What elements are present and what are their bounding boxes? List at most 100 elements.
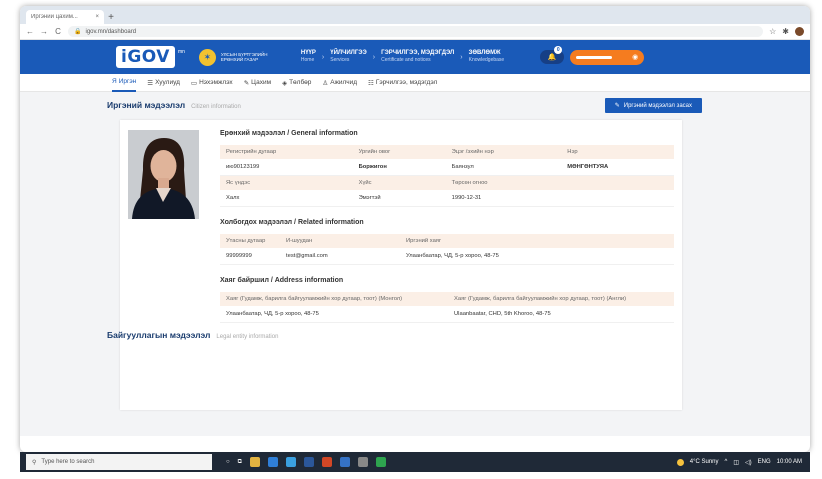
person-icon: Я <box>112 78 117 85</box>
lock-icon: 🔒 <box>74 29 82 35</box>
address-mn: Улаанбаатар, ЧД, 5-р хороо, 48-75 <box>220 306 448 323</box>
network-icon[interactable]: ◫ <box>733 459 739 466</box>
new-tab-button[interactable]: + <box>104 10 118 24</box>
edge-icon[interactable] <box>285 457 296 467</box>
clan-name: Боржигон <box>352 159 446 176</box>
nav-home[interactable]: НҮҮР Home <box>301 50 316 64</box>
table-header: Регистрийн дугаар <box>220 145 353 159</box>
table-header: Нэр <box>561 145 674 159</box>
site-header: iGOV mn ✶ Улсын бүртгэлийн ерөнхий газар… <box>20 40 810 74</box>
section-title-en: Citizen information <box>191 104 241 110</box>
browser-tab[interactable]: Иргэний цахим... × <box>26 10 104 24</box>
outlook-icon[interactable] <box>339 457 350 467</box>
citizen-photo <box>128 130 199 219</box>
star-icon[interactable]: ☆ <box>769 27 776 36</box>
address-en: Ulaanbaatar, CHD, 5th Khoroo, 48-75 <box>448 306 674 323</box>
agency-name: Улсын бүртгэлийн ерөнхий газар <box>220 52 268 62</box>
address-bar-row: ← → C 🔒 igov.mn/dashboard ☆ ✱ <box>20 24 810 40</box>
volume-icon[interactable]: ◁) <box>745 459 752 466</box>
pen-icon: ✎ <box>243 79 250 87</box>
subnav-digital[interactable]: ✎ Цахим <box>244 74 271 92</box>
bell-icon: 🔔 <box>547 54 557 61</box>
language-indicator[interactable]: ENG <box>758 459 771 465</box>
nav-knowledgebase-sub: Knowledgebase <box>468 57 505 63</box>
word-icon[interactable] <box>303 457 314 467</box>
task-view-icon[interactable]: ⧉ <box>238 459 242 466</box>
section-title-mn: Иргэний мэдээлэл <box>107 100 186 110</box>
back-icon[interactable]: ← <box>26 27 34 36</box>
general-info-table: Регистрийн дугаар Ургийн овог Эцэг /эхий… <box>220 145 674 207</box>
settings-icon[interactable] <box>357 457 368 467</box>
extensions-icon[interactable]: ✱ <box>782 27 789 36</box>
table-header: Хаяг (Гудамж, барилга байгууламжийн хор … <box>448 292 674 306</box>
main-content: Иргэний мэдээлэл Citizen information ✎ И… <box>20 92 810 436</box>
taskbar-search[interactable]: ⚲ Type here to search <box>26 454 212 470</box>
url-bar[interactable]: 🔒 igov.mn/dashboard <box>68 26 764 37</box>
weather-text[interactable]: 4°C Sunny <box>690 459 719 465</box>
nav-services-sub: Services <box>330 57 350 63</box>
state-emblem-icon: ✶ <box>198 48 216 66</box>
subnav-certificates[interactable]: ☷ Гэрчилгээ, мэдэгдэл <box>368 74 437 92</box>
ethnicity: Халх <box>220 190 353 207</box>
weather-icon <box>676 458 684 466</box>
table-header: Хүйс <box>352 175 446 190</box>
file-explorer-icon[interactable] <box>249 457 260 467</box>
subnav-employees[interactable]: ♙ Ажилчид <box>322 74 357 92</box>
first-name: МӨНГӨНТУЯА <box>561 159 674 176</box>
powerpoint-icon[interactable] <box>321 457 332 467</box>
user-menu-button[interactable]: ◉ <box>570 49 645 65</box>
url-text: igov.mn/dashboard <box>85 28 137 35</box>
citizen-info: Ерөнхий мэдээлэл / General information Р… <box>220 124 674 323</box>
system-tray: 4°C Sunny ^ ◫ ◁) ENG 10:00 AM <box>676 458 810 466</box>
table-header: Ургийн овог <box>352 145 446 159</box>
legal-title-mn: Байгууллагын мэдээлэл <box>107 330 211 340</box>
tab-strip: Иргэний цахим... × + <box>20 6 810 24</box>
nav-home-label: НҮҮР <box>300 50 316 56</box>
tab-close-icon[interactable]: × <box>95 14 99 20</box>
subnav-invoice[interactable]: ▭ Нэхэмжлэх <box>191 74 233 92</box>
chrome-icon[interactable] <box>375 457 386 467</box>
reload-icon[interactable]: C <box>54 27 62 36</box>
subnav-invoice-label: Нэхэмжлэх <box>199 79 233 86</box>
main-nav: НҮҮР Home › ҮЙЛЧИЛГЭЭ Services › ГЭРЧИЛГ… <box>301 50 504 64</box>
subnav-payment[interactable]: ◈ Төлбөр <box>282 74 311 92</box>
subnav-employees-label: Ажилчид <box>330 79 358 86</box>
nav-services[interactable]: ҮЙЛЧИЛГЭЭ Services <box>330 50 367 64</box>
tray-chevron-icon[interactable]: ^ <box>725 459 728 465</box>
notification-button[interactable]: 🔔 0 <box>540 46 565 64</box>
table-header: Төрсөн огноо <box>445 175 674 190</box>
phone-number: 99999999 <box>220 248 280 265</box>
employees-icon: ♙ <box>322 79 329 87</box>
nav-services-label: ҮЙЛЧИЛГЭЭ <box>330 50 367 56</box>
clock[interactable]: 10:00 AM <box>777 459 802 465</box>
mail-icon[interactable] <box>267 457 278 467</box>
birth-date: 1990-12-31 <box>445 190 674 207</box>
taskbar-apps: ○ ⧉ <box>226 457 386 467</box>
forward-icon[interactable]: → <box>40 27 48 36</box>
subnav-certificates-label: Гэрчилгээ, мэдэгдэл <box>375 79 438 86</box>
address-info-table: Хаяг (Гудамж, барилга байгууламжийн хор … <box>220 292 674 323</box>
subnav-laws[interactable]: ☰ Хуулиуд <box>147 74 180 92</box>
igov-logo[interactable]: iGOV <box>116 46 175 68</box>
browser-window: Иргэний цахим... × + ← → C 🔒 igov.mn/das… <box>20 6 810 452</box>
payment-icon: ◈ <box>282 79 288 87</box>
subnav-citizen[interactable]: Я Иргэн <box>112 74 137 92</box>
invoice-icon: ▭ <box>190 79 198 87</box>
user-name-placeholder <box>576 55 613 59</box>
search-icon: ⚲ <box>32 459 37 466</box>
nav-separator-icon: › <box>460 53 463 61</box>
profile-avatar[interactable] <box>795 27 804 36</box>
cortana-icon[interactable]: ○ <box>226 459 230 465</box>
table-header: Иргэний хаяг <box>400 234 674 248</box>
logo-suffix: mn <box>177 49 185 55</box>
nav-separator-icon: › <box>372 53 376 61</box>
nav-knowledgebase[interactable]: ЗӨВЛӨМЖ Knowledgebase <box>469 50 505 64</box>
nav-knowledgebase-label: ЗӨВЛӨМЖ <box>468 50 501 56</box>
nav-certificates-sub: Certificate and notices <box>381 57 431 63</box>
section-title: Иргэний мэдээлэл Citizen information <box>107 100 810 110</box>
subnav-laws-label: Хуулиуд <box>155 79 180 86</box>
nav-certificates[interactable]: ГЭРЧИЛГЭЭ, МЭДЭГДЭЛ Certificate and noti… <box>381 50 454 64</box>
edit-citizen-info-button[interactable]: ✎ Иргэний мэдээлэл засах <box>604 98 702 113</box>
edit-icon: ✎ <box>614 103 620 109</box>
citizen-address: Улаанбаатар, ЧД, 5-р хороо, 48-75 <box>400 248 674 265</box>
